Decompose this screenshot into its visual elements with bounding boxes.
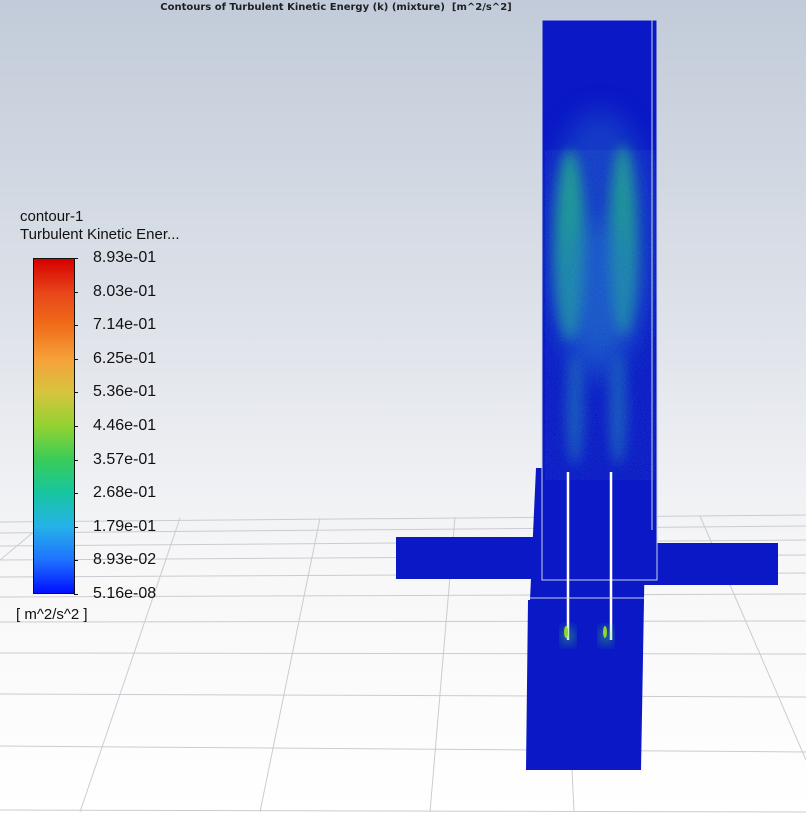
colorbar-tick-label: 5.16e-08	[93, 585, 157, 602]
colorbar-tick-label: 8.93e-01	[93, 249, 157, 266]
left-inlet-arm	[396, 537, 538, 579]
right-inlet-arm	[640, 543, 778, 585]
colorbar-tick	[74, 527, 78, 528]
colorbar-tick-label: 2.68e-01	[93, 484, 157, 501]
tke-plume	[545, 110, 655, 480]
legend-units: [ m^2/s^2 ]	[16, 606, 88, 623]
colorbar-tick-label: 1.79e-01	[93, 518, 157, 535]
colorbar	[33, 258, 75, 594]
colorbar-tick	[74, 392, 78, 393]
colorbar-tick	[74, 426, 78, 427]
colorbar-tick-label: 6.25e-01	[93, 350, 157, 367]
legend-contour-name: contour-1	[20, 208, 84, 225]
colorbar-tick	[74, 460, 78, 461]
colorbar-tick	[74, 258, 78, 259]
colorbar-tick	[74, 359, 78, 360]
colorbar-tick	[74, 493, 78, 494]
contour-legend[interactable]: contour-1 Turbulent Kinetic Ener... 8.93…	[0, 0, 260, 640]
colorbar-tick-label: 7.14e-01	[93, 316, 157, 333]
colorbar-tick-label: 8.03e-01	[93, 283, 157, 300]
colorbar-tick	[74, 560, 78, 561]
colorbar-tick	[74, 325, 78, 326]
colorbar-tick-label: 4.46e-01	[93, 417, 157, 434]
colorbar-tick-label: 8.93e-02	[93, 551, 157, 568]
legend-field-name: Turbulent Kinetic Ener...	[20, 226, 180, 243]
colorbar-tick-label: 5.36e-01	[93, 383, 157, 400]
colorbar-tick	[74, 292, 78, 293]
lower-pipe	[526, 600, 644, 770]
colorbar-tick-label: 3.57e-01	[93, 451, 157, 468]
graphics-viewport[interactable]: Contours of Turbulent Kinetic Energy (k)…	[0, 0, 806, 814]
colorbar-tick	[74, 594, 78, 595]
